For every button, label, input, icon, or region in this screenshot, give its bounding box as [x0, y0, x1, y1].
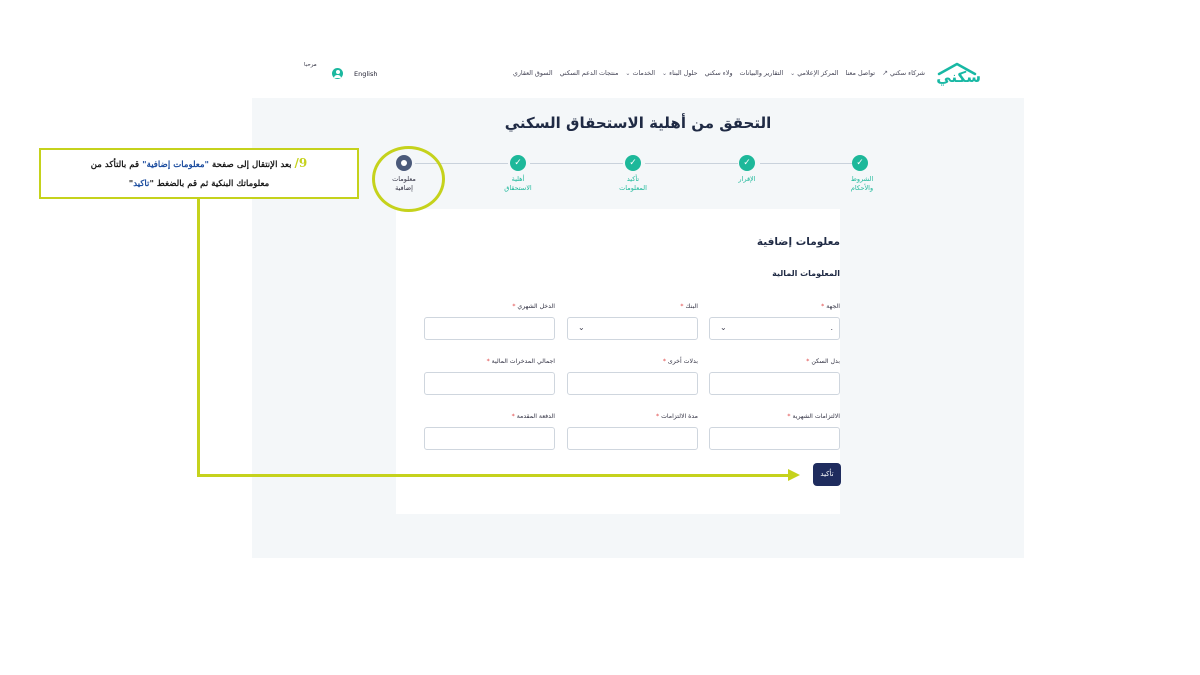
nav-item-services[interactable]: الخدمات ⌄ — [625, 69, 655, 77]
field-label-total-savings: اجمالي المدخرات المالية * — [424, 358, 555, 365]
nav-item-label: التقارير والبيانات — [739, 69, 784, 77]
nav-item-support-products[interactable]: منتجات الدعم السكني — [560, 69, 619, 77]
nav-item-label: ولاء سكني — [704, 69, 733, 77]
entity-select-value: . — [830, 323, 833, 332]
required-mark: * — [512, 303, 516, 310]
check-icon: ✓ — [625, 155, 641, 171]
nav-item-label: السوق العقاري — [512, 69, 553, 77]
external-link-icon: ↗ — [882, 69, 888, 77]
field-label-down-payment: الدفعة المقدمة * — [424, 413, 555, 420]
nav-item-label: المركز الإعلامي — [797, 69, 839, 77]
nav-item-label: شركاء سكني — [889, 69, 925, 77]
stepper-connector — [530, 163, 623, 164]
nav-item-label: الخدمات — [632, 69, 656, 77]
section-title: معلومات إضافية — [756, 236, 840, 248]
label-text: الالتزامات الشهرية — [792, 413, 840, 420]
step-label: تأكيد المعلومات — [619, 175, 647, 192]
required-mark: * — [662, 358, 666, 365]
chevron-down-icon: ⌄ — [662, 69, 668, 77]
other-allowances-input[interactable] — [567, 372, 698, 395]
field-label-monthly-income: الدخل الشهري * — [424, 303, 555, 310]
label-text: بدلات أخرى — [667, 358, 698, 365]
label-text: الدخل الشهري — [517, 303, 555, 310]
check-icon: ✓ — [739, 155, 755, 171]
chevron-down-icon: ⌄ — [625, 69, 631, 77]
label-text: الدفعة المقدمة — [516, 413, 555, 420]
confirm-button[interactable]: تأكيد — [813, 463, 841, 486]
field-label-entity: الجهة * — [709, 303, 840, 310]
top-navigation: سكني السوق العقاري منتجات الدعم السكني ا… — [300, 60, 985, 88]
user-avatar-icon[interactable] — [332, 68, 343, 79]
required-mark: * — [787, 413, 791, 420]
required-mark: * — [806, 358, 810, 365]
nav-item-real-estate-market[interactable]: السوق العقاري — [513, 69, 553, 77]
nav-item-label: حلول البناء — [669, 69, 698, 77]
required-mark: * — [511, 413, 515, 420]
obligations-duration-input[interactable] — [567, 427, 698, 450]
field-label-obligations-duration: مدة الالتزامات * — [567, 413, 698, 420]
page-title: التحقق من أهلية الاستحقاق السكني — [504, 114, 772, 132]
stepper-connector — [645, 163, 738, 164]
total-savings-input[interactable] — [424, 372, 555, 395]
nav-item-building-solutions[interactable]: حلول البناء ⌄ — [662, 69, 698, 77]
label-text: الجهة — [826, 303, 840, 310]
nav-item-label: تواصل معنا — [845, 69, 876, 77]
instruction-highlight: تاكيد — [133, 179, 150, 189]
instruction-text: معلوماتك البنكية ثم قم بالضغط " — [149, 179, 270, 189]
language-toggle[interactable]: English — [354, 70, 377, 78]
highlight-ring — [372, 146, 445, 212]
step-number: 9/ — [294, 156, 308, 170]
field-label-housing-allowance: بدل السكن * — [709, 358, 840, 365]
label-text: البنك — [685, 303, 698, 310]
label-text: بدل السكن — [811, 358, 840, 365]
chevron-down-icon: ⌄ — [790, 69, 796, 77]
annotation-arrow-horizontal — [197, 474, 790, 477]
nav-item-reports[interactable]: التقارير والبيانات — [740, 69, 784, 77]
monthly-income-input[interactable] — [424, 317, 555, 340]
label-text: مدة الالتزامات — [661, 413, 698, 420]
entity-select[interactable]: ⌄ . — [709, 317, 840, 340]
field-label-bank: البنك * — [567, 303, 698, 310]
required-mark: * — [680, 303, 684, 310]
field-label-other-allowances: بدلات أخرى * — [567, 358, 698, 365]
required-mark: * — [656, 413, 660, 420]
instruction-text: قم بالتأكد من — [90, 160, 140, 170]
step-label: أهلية الاستحقاق — [504, 175, 532, 192]
subsection-title: المعلومات المالية — [772, 269, 840, 278]
step-label: الإقرار — [738, 175, 756, 183]
sakani-logo[interactable]: سكني — [931, 62, 981, 86]
chevron-down-icon: ⌄ — [578, 323, 585, 332]
required-mark: * — [486, 358, 490, 365]
greeting-label: مرحبا — [304, 62, 317, 68]
instruction-line-2: معلوماتك البنكية ثم قم بالضغط "تاكيد" — [47, 175, 351, 194]
arrow-head-icon — [788, 469, 800, 481]
chevron-down-icon: ⌄ — [720, 323, 727, 332]
field-label-monthly-obligations: الالتزامات الشهرية * — [709, 413, 840, 420]
check-icon: ✓ — [852, 155, 868, 171]
annotation-arrow-vertical — [197, 199, 200, 476]
monthly-obligations-input[interactable] — [709, 427, 840, 450]
instruction-text: بعد الإنتقال إلى صفحة — [212, 160, 292, 170]
logo-text: سكني — [936, 68, 981, 86]
nav-item-label: منتجات الدعم السكني — [559, 69, 619, 77]
instruction-line-1: 9/ بعد الإنتقال إلى صفحة "معلومات إضافية… — [47, 154, 351, 175]
instruction-highlight: "معلومات إضافية" — [142, 160, 210, 170]
nav-item-media-center[interactable]: المركز الإعلامي ⌄ — [790, 69, 838, 77]
required-mark: * — [821, 303, 825, 310]
instruction-callout: 9/ بعد الإنتقال إلى صفحة "معلومات إضافية… — [39, 148, 359, 199]
check-icon: ✓ — [510, 155, 526, 171]
main-menu: السوق العقاري منتجات الدعم السكني الخدما… — [513, 69, 925, 77]
label-text: اجمالي المدخرات المالية — [491, 358, 555, 365]
stepper-connector — [760, 163, 853, 164]
nav-item-contact-us[interactable]: تواصل معنا — [846, 69, 876, 77]
nav-item-partners[interactable]: شركاء سكني ↗ — [882, 69, 925, 77]
housing-allowance-input[interactable] — [709, 372, 840, 395]
step-label: الشروط والأحكام — [850, 175, 874, 192]
nav-item-sakani-loyalty[interactable]: ولاء سكني — [705, 69, 733, 77]
down-payment-input[interactable] — [424, 427, 555, 450]
bank-select[interactable]: ⌄ — [567, 317, 698, 340]
